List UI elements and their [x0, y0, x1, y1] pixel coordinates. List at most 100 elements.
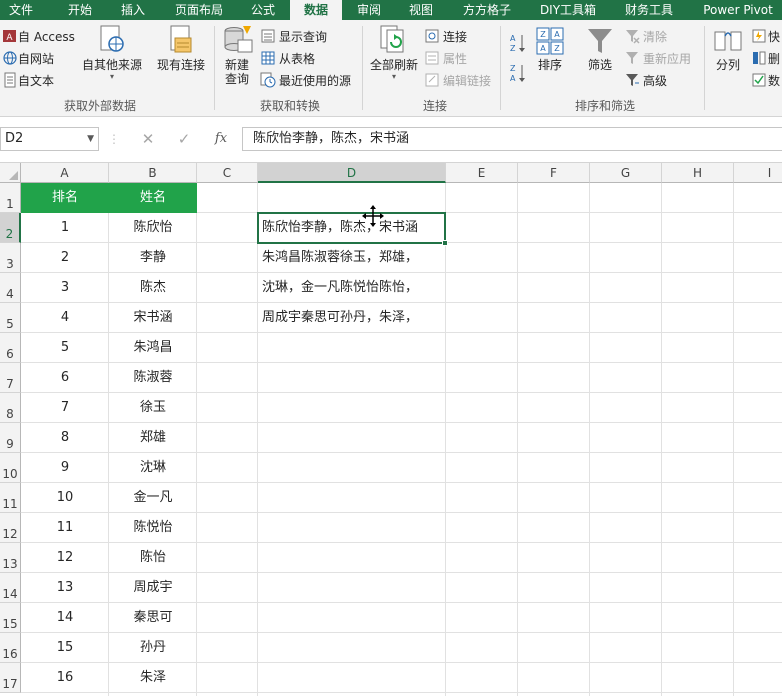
- table-cell-name[interactable]: 周成宇: [109, 573, 197, 603]
- table-cell-rank[interactable]: 9: [21, 453, 109, 483]
- remove-duplicates-button[interactable]: 删: [752, 48, 780, 68]
- row-header[interactable]: 9: [0, 423, 21, 453]
- refresh-all-button[interactable]: 全部刷新 ▾: [366, 24, 422, 81]
- connections-button[interactable]: 连接: [424, 26, 467, 46]
- table-cell-rank[interactable]: 1: [21, 213, 109, 243]
- table-cell-name[interactable]: 秦思可: [109, 603, 197, 633]
- filter-button[interactable]: 筛选: [582, 26, 618, 72]
- clear-filter-button[interactable]: 清除: [624, 26, 667, 46]
- table-cell-name[interactable]: 陈淑蓉: [109, 363, 197, 393]
- tab-file[interactable]: 文件: [0, 0, 42, 20]
- tab-finance-tools[interactable]: 财务工具: [614, 0, 684, 20]
- from-text-button[interactable]: 自文本: [2, 70, 54, 90]
- advanced-filter-button[interactable]: 高级: [624, 70, 667, 90]
- row-header[interactable]: 10: [0, 453, 21, 483]
- tab-review[interactable]: 审阅: [346, 0, 392, 20]
- table-cell-rank[interactable]: 12: [21, 543, 109, 573]
- select-all-button[interactable]: [0, 163, 21, 183]
- from-access-button[interactable]: A 自 Access: [2, 26, 75, 46]
- column-header-c[interactable]: C: [197, 163, 258, 183]
- tab-page-layout[interactable]: 页面布局: [164, 0, 234, 20]
- tab-insert[interactable]: 插入: [110, 0, 156, 20]
- column-header-d[interactable]: D: [258, 163, 446, 183]
- cancel-edit-button[interactable]: ✕: [134, 127, 162, 151]
- reapply-button[interactable]: 重新应用: [624, 48, 691, 68]
- tab-data[interactable]: 数据: [290, 0, 342, 20]
- row-header[interactable]: 7: [0, 363, 21, 393]
- column-header-h[interactable]: H: [662, 163, 734, 183]
- table-cell-name[interactable]: 陈悦怡: [109, 513, 197, 543]
- table-cell-rank[interactable]: 10: [21, 483, 109, 513]
- table-cell-rank[interactable]: 11: [21, 513, 109, 543]
- cell-d5[interactable]: 周成宇秦思可孙丹，朱泽，: [258, 303, 446, 333]
- table-cell-name[interactable]: 陈怡: [109, 543, 197, 573]
- cell-d3[interactable]: 朱鸿昌陈淑蓉徐玉，郑雄，: [258, 243, 446, 273]
- column-header-e[interactable]: E: [446, 163, 518, 183]
- table-cell-rank[interactable]: 7: [21, 393, 109, 423]
- name-box[interactable]: D2 ▼: [0, 127, 99, 151]
- cell-d4[interactable]: 沈琳，金一凡陈悦怡陈怡，: [258, 273, 446, 303]
- flash-fill-button[interactable]: 快: [752, 26, 780, 46]
- row-header[interactable]: 13: [0, 543, 21, 573]
- table-cell-name[interactable]: 陈杰: [109, 273, 197, 303]
- table-cell-rank[interactable]: 3: [21, 273, 109, 303]
- table-cell-rank[interactable]: 14: [21, 603, 109, 633]
- table-cell-name[interactable]: 李静: [109, 243, 197, 273]
- cell-a1-header[interactable]: 排名: [21, 183, 109, 213]
- column-header-a[interactable]: A: [21, 163, 109, 183]
- tab-home[interactable]: 开始: [52, 0, 108, 20]
- tab-power-pivot[interactable]: Power Pivot: [694, 0, 782, 20]
- row-header[interactable]: 16: [0, 633, 21, 663]
- row-header[interactable]: 17: [0, 663, 21, 693]
- table-cell-name[interactable]: 陈欣怡: [109, 213, 197, 243]
- row-header[interactable]: 14: [0, 573, 21, 603]
- table-cell-name[interactable]: 宋书涵: [109, 303, 197, 333]
- row-header[interactable]: 12: [0, 513, 21, 543]
- column-header-f[interactable]: F: [518, 163, 590, 183]
- data-validation-button[interactable]: 数: [752, 70, 780, 90]
- row-header[interactable]: 11: [0, 483, 21, 513]
- confirm-edit-button[interactable]: ✓: [170, 127, 198, 151]
- tab-formulas[interactable]: 公式: [238, 0, 288, 20]
- table-cell-name[interactable]: 朱泽: [109, 663, 197, 693]
- table-cell-rank[interactable]: 2: [21, 243, 109, 273]
- edit-links-button[interactable]: 编辑链接: [424, 70, 491, 90]
- row-header[interactable]: 5: [0, 303, 21, 333]
- existing-connections-button[interactable]: 现有连接: [152, 24, 210, 72]
- show-queries-button[interactable]: 显示查询: [260, 26, 327, 46]
- other-sources-button[interactable]: 自其他来源 ▾: [80, 24, 144, 81]
- row-header[interactable]: 15: [0, 603, 21, 633]
- tab-view[interactable]: 视图: [398, 0, 444, 20]
- sort-az-button[interactable]: AZ: [508, 32, 526, 57]
- column-header-g[interactable]: G: [590, 163, 662, 183]
- fill-handle[interactable]: [442, 240, 448, 246]
- table-cell-name[interactable]: 金一凡: [109, 483, 197, 513]
- table-cell-name[interactable]: 孙丹: [109, 633, 197, 663]
- new-query-button[interactable]: 新建 查询: [218, 24, 256, 86]
- table-cell-name[interactable]: 朱鸿昌: [109, 333, 197, 363]
- from-table-button[interactable]: 从表格: [260, 48, 315, 68]
- table-cell-rank[interactable]: 13: [21, 573, 109, 603]
- table-cell-rank[interactable]: 5: [21, 333, 109, 363]
- row-header[interactable]: 1: [0, 183, 21, 213]
- table-cell-rank[interactable]: 4: [21, 303, 109, 333]
- sort-button[interactable]: ZAAZ 排序: [532, 26, 568, 72]
- row-header[interactable]: 8: [0, 393, 21, 423]
- cell-b1-header[interactable]: 姓名: [109, 183, 197, 213]
- column-header-i[interactable]: I: [734, 163, 782, 183]
- tab-fangfang[interactable]: 方方格子: [452, 0, 522, 20]
- recent-sources-button[interactable]: 最近使用的源: [260, 70, 351, 90]
- table-cell-name[interactable]: 郑雄: [109, 423, 197, 453]
- row-header[interactable]: 4: [0, 273, 21, 303]
- column-header-b[interactable]: B: [109, 163, 197, 183]
- insert-function-button[interactable]: fx: [206, 127, 236, 151]
- properties-button[interactable]: 属性: [424, 48, 467, 68]
- table-cell-name[interactable]: 沈琳: [109, 453, 197, 483]
- formula-input[interactable]: 陈欣怡李静，陈杰，宋书涵: [242, 127, 782, 151]
- table-cell-rank[interactable]: 6: [21, 363, 109, 393]
- sort-za-button[interactable]: ZA: [508, 62, 526, 87]
- row-header[interactable]: 3: [0, 243, 21, 273]
- table-cell-rank[interactable]: 15: [21, 633, 109, 663]
- row-header[interactable]: 6: [0, 333, 21, 363]
- table-cell-rank[interactable]: 8: [21, 423, 109, 453]
